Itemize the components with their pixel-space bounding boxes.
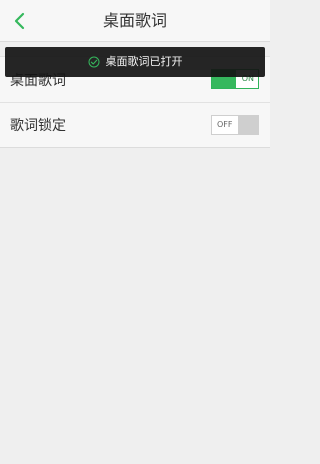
page-title: 桌面歌词 (102, 11, 167, 30)
app-screen: 桌面歌词 桌面歌词 ON 歌词锁定 OFF 桌面歌词已打开 (0, 0, 270, 464)
top-bar: 桌面歌词 (0, 0, 270, 42)
toast-notification: 桌面歌词已打开 (5, 47, 265, 77)
setting-row-lyrics-lock[interactable]: 歌词锁定 OFF (0, 102, 270, 147)
setting-label-lyrics-lock: 歌词锁定 (10, 118, 66, 134)
lyrics-lock-toggle[interactable]: OFF (211, 115, 259, 135)
toggle-state-label: OFF (217, 120, 233, 129)
toast-message: 桌面歌词已打开 (105, 55, 183, 68)
check-circle-icon (88, 56, 99, 68)
toggle-knob (238, 116, 258, 134)
